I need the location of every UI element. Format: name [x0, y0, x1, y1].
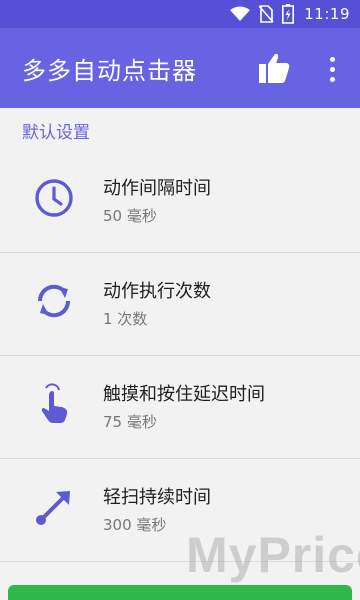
- thumbs-up-icon: [259, 53, 290, 83]
- status-bar: 11:19: [0, 0, 360, 28]
- swipe-arrow-icon: [32, 485, 76, 529]
- battery-charging-icon: [282, 4, 295, 24]
- setting-item-swipe-duration[interactable]: 轻扫持续时间 300 毫秒: [0, 459, 360, 562]
- section-title: 默认设置: [22, 122, 90, 143]
- setting-item-touch-hold-delay[interactable]: 触摸和按住延迟时间 75 毫秒: [0, 356, 360, 459]
- more-vert-icon-dot: [329, 76, 335, 82]
- setting-item-action-interval[interactable]: 动作间隔时间 50 毫秒: [0, 150, 360, 253]
- setting-title: 触摸和按住延迟时间: [103, 384, 265, 405]
- touch-icon: [32, 382, 76, 426]
- status-time: 11:19: [304, 5, 350, 23]
- setting-item-action-count[interactable]: 动作执行次数 1 次数: [0, 253, 360, 356]
- no-sim-icon: [258, 5, 274, 23]
- more-options-button[interactable]: [322, 52, 342, 86]
- setting-value: 300 毫秒: [103, 516, 167, 534]
- setting-title: 轻扫持续时间: [103, 487, 211, 508]
- setting-title: 动作间隔时间: [103, 178, 211, 199]
- like-button[interactable]: [256, 50, 292, 86]
- clock-icon: [32, 176, 76, 220]
- section-header: 默认设置: [0, 108, 360, 152]
- setting-value: 50 毫秒: [103, 207, 157, 225]
- start-button[interactable]: [8, 585, 352, 600]
- setting-value: 75 毫秒: [103, 413, 157, 431]
- wifi-icon: [230, 6, 251, 21]
- more-vert-icon-dot: [329, 56, 335, 62]
- more-vert-icon-dot: [329, 66, 335, 72]
- setting-title: 动作执行次数: [103, 281, 211, 302]
- repeat-icon: [32, 279, 76, 323]
- app-title: 多多自动点击器: [22, 56, 197, 85]
- setting-value: 1 次数: [103, 310, 148, 328]
- settings-list: 动作间隔时间 50 毫秒 动作执行次数 1 次数 触摸和按住延迟时间 75 毫秒: [0, 150, 360, 562]
- app-bar: 多多自动点击器: [0, 28, 360, 108]
